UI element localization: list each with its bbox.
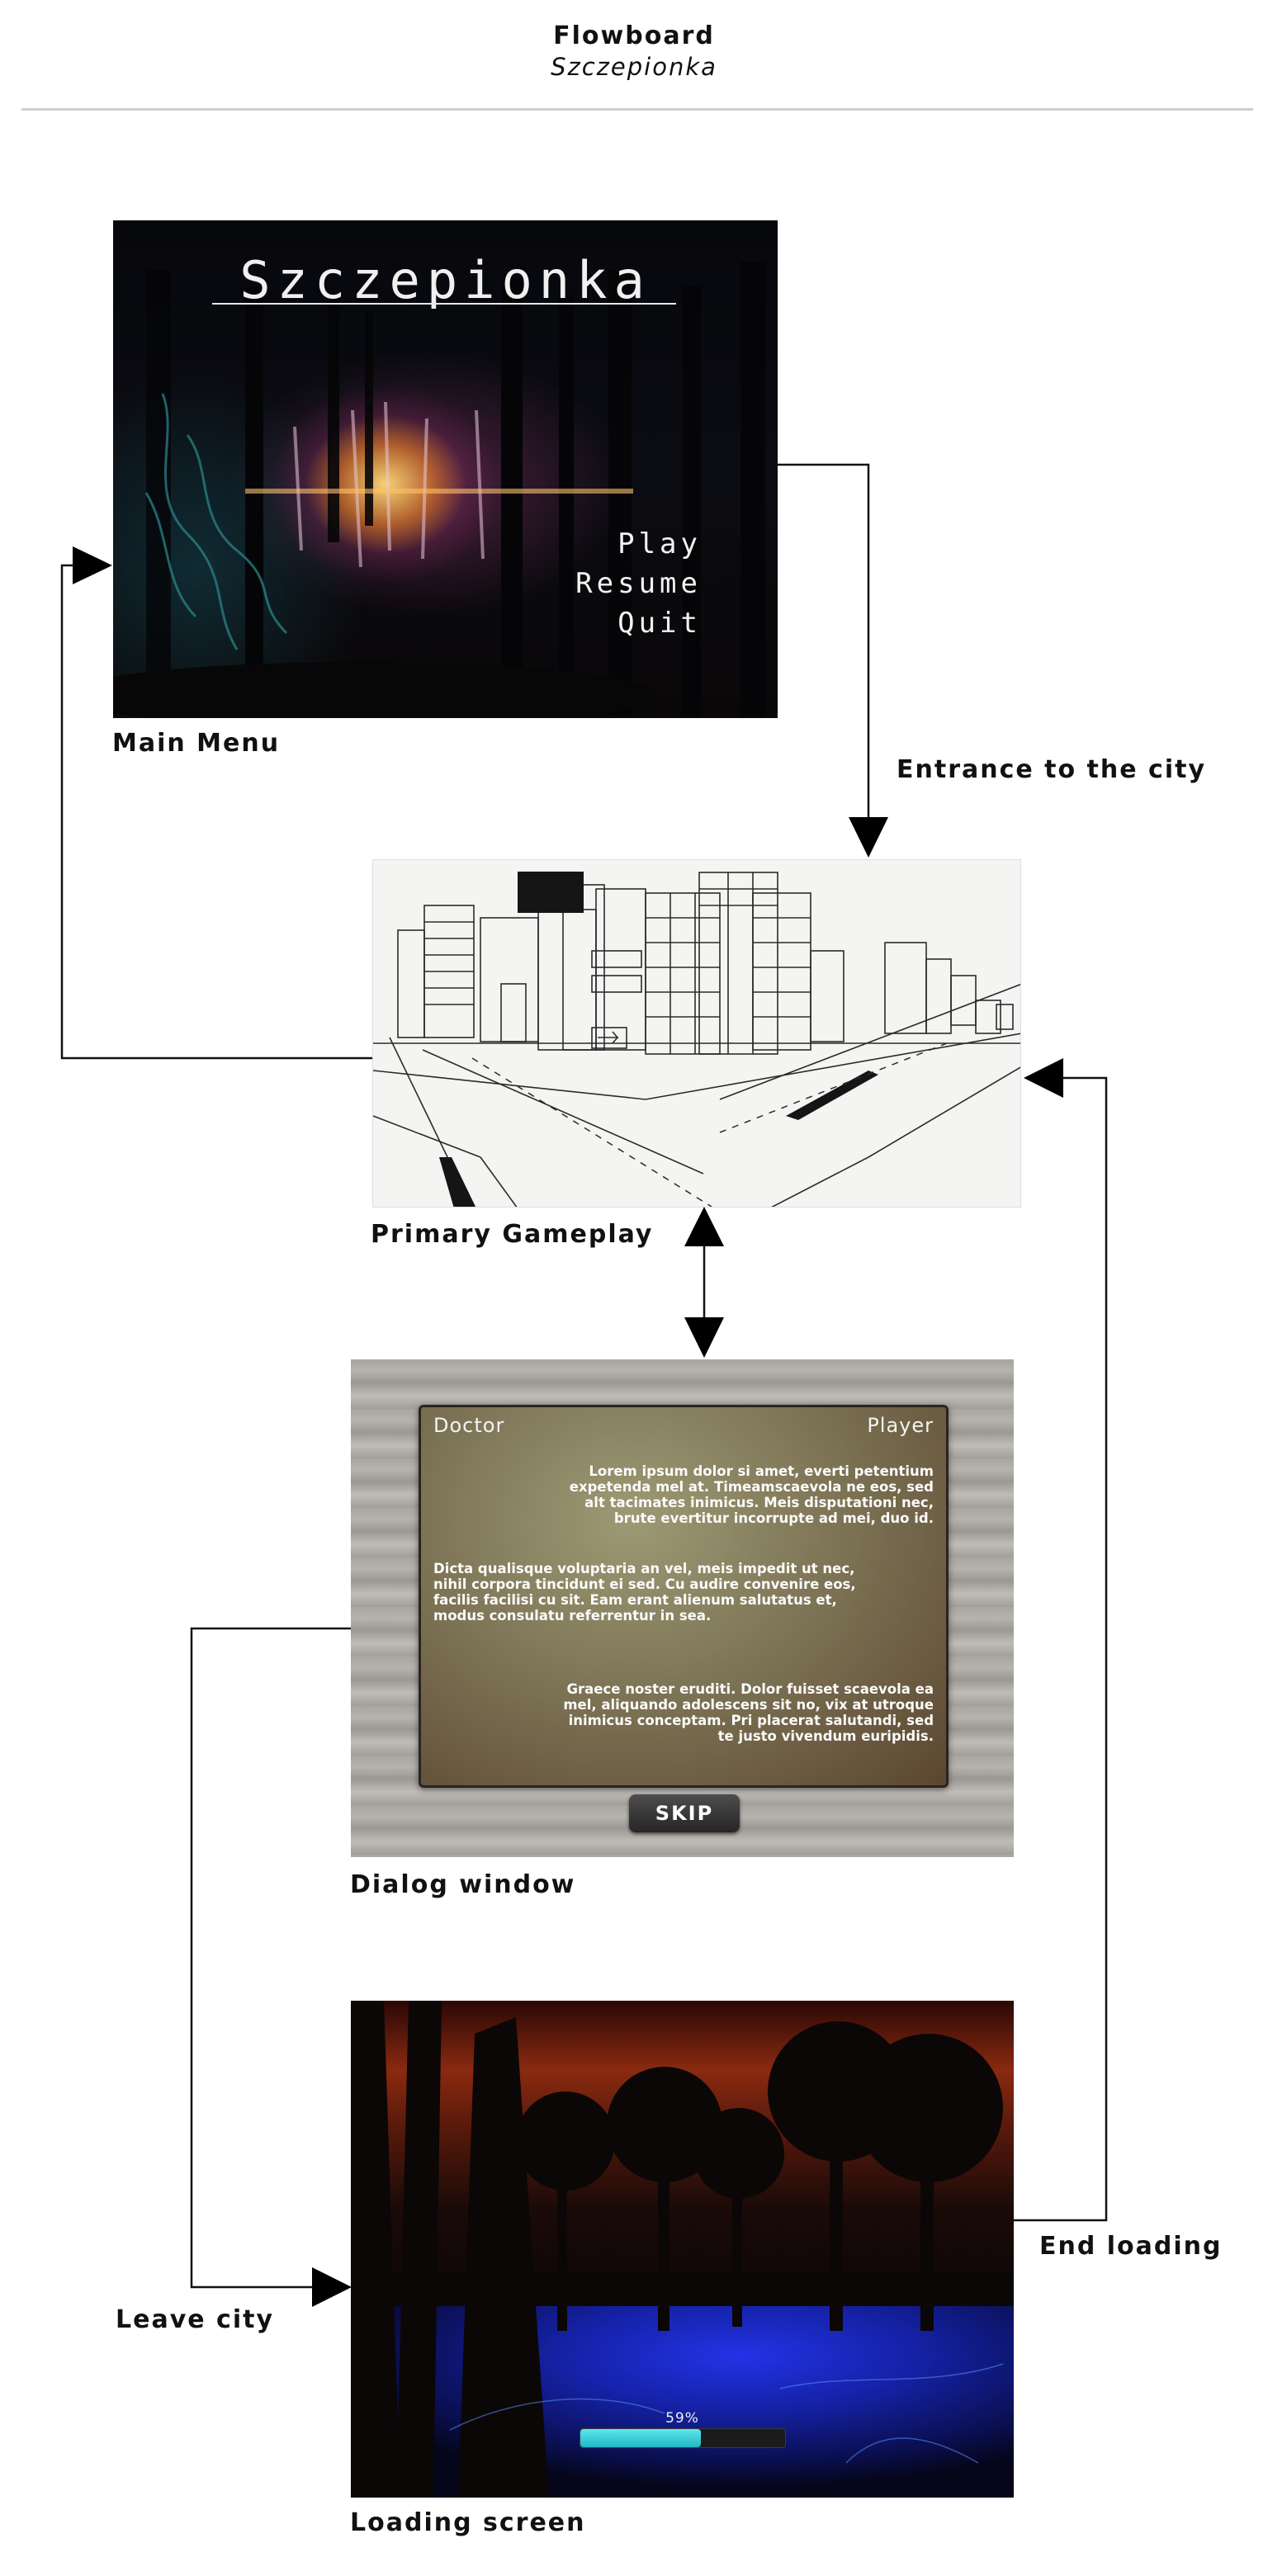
edge-label-entrance: Entrance to the city <box>897 755 1207 784</box>
arrowhead-gameplay-up <box>684 1207 724 1246</box>
arrowhead-end-loading <box>1024 1058 1063 1098</box>
edge-end-loading-line <box>1014 1076 1108 2222</box>
edge-entrance-line <box>778 463 870 817</box>
edge-return-main-line <box>60 564 372 1060</box>
flow-connectors <box>60 463 1108 2307</box>
edge-label-leave-city: Leave city <box>116 2305 275 2334</box>
arrowhead-loading <box>312 2267 352 2307</box>
arrowhead-main-menu <box>73 546 112 584</box>
edge-leave-city-line <box>190 1627 351 2289</box>
arrowhead-dialog-down <box>684 1317 724 1358</box>
arrowhead-entrance <box>849 817 888 858</box>
edge-label-end-loading: End loading <box>1039 2232 1223 2261</box>
